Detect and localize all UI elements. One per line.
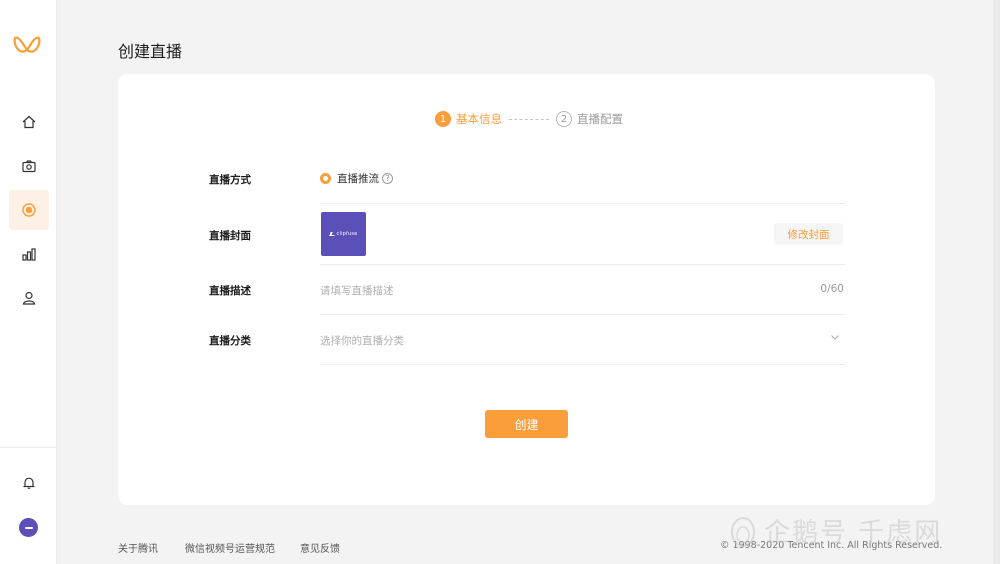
avatar[interactable]	[19, 518, 38, 537]
category-label: 直播分类	[209, 335, 251, 347]
sidebar-item-account[interactable]	[9, 278, 49, 318]
scrollbar[interactable]	[993, 0, 1000, 564]
footer-link-guidelines[interactable]: 微信视频号运营规范	[185, 540, 275, 555]
sidebar-divider	[0, 447, 57, 448]
live-icon	[22, 203, 36, 217]
bar-chart-icon	[22, 248, 36, 261]
description-input[interactable]: 请填写直播描述	[320, 283, 660, 298]
divider	[320, 203, 845, 204]
step-connector	[509, 118, 549, 120]
footer-link-feedback[interactable]: 意见反馈	[300, 540, 340, 555]
watermark: 企鹅号 千虑网	[728, 512, 942, 549]
create-live-form: 1 基本信息 2 直播配置 直播方式 直播推流 ? 直播封面 clipfuse …	[118, 74, 935, 505]
method-option-push[interactable]: 直播推流 ?	[320, 171, 393, 186]
sidebar-item-camera[interactable]	[9, 146, 49, 186]
step-number: 2	[556, 111, 572, 127]
description-char-count: 0/60	[820, 283, 844, 295]
sidebar-item-live[interactable]	[9, 190, 49, 230]
watermark-text: 企鹅号 千虑网	[764, 518, 943, 548]
bell-icon	[23, 477, 35, 489]
stepper: 1 基本信息 2 直播配置	[435, 111, 623, 127]
camera-icon	[22, 160, 36, 173]
cover-logo: clipfuse	[328, 231, 358, 237]
category-select[interactable]: 选择你的直播分类	[320, 333, 404, 348]
sidebar	[0, 0, 57, 564]
page-title: 创建直播	[118, 42, 183, 61]
channels-logo[interactable]	[13, 34, 41, 58]
step-live-config[interactable]: 2 直播配置	[556, 111, 623, 127]
sidebar-item-home[interactable]	[9, 102, 49, 142]
sidebar-item-data[interactable]	[9, 234, 49, 274]
radio-selected-icon[interactable]	[320, 173, 331, 184]
cover-image: clipfuse	[321, 212, 366, 256]
step-number: 1	[435, 111, 451, 127]
method-label: 直播方式	[209, 174, 251, 186]
divider	[320, 314, 845, 315]
home-icon	[22, 115, 36, 129]
method-option-label: 直播推流	[337, 173, 379, 185]
description-label: 直播描述	[209, 285, 251, 297]
notifications-button[interactable]	[9, 463, 49, 503]
help-icon[interactable]: ?	[382, 173, 393, 184]
user-icon	[22, 291, 36, 305]
divider	[320, 264, 845, 265]
divider	[320, 364, 845, 365]
create-button[interactable]: 创建	[485, 410, 568, 438]
step-basic-info[interactable]: 1 基本信息	[435, 111, 502, 127]
penguin-icon	[731, 516, 755, 547]
footer-link-about[interactable]: 关于腾讯	[118, 540, 158, 555]
chevron-down-icon[interactable]	[830, 332, 840, 342]
cover-label: 直播封面	[209, 230, 251, 242]
step-label: 基本信息	[456, 112, 502, 126]
step-label: 直播配置	[577, 112, 623, 126]
change-cover-button[interactable]: 修改封面	[774, 223, 843, 245]
